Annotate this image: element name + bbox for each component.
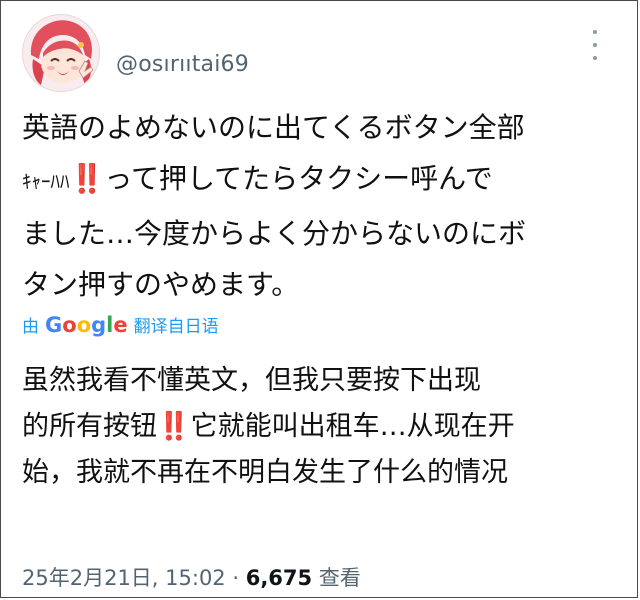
- tweet-line: ました…今度からよく分からないのにボ: [22, 217, 527, 250]
- tweet-line: タン押すのやめます。: [22, 268, 300, 301]
- more-dot: [593, 43, 597, 47]
- more-dot: [593, 56, 597, 60]
- translated-line: 的所有按钮: [22, 411, 157, 442]
- tweet-meta: 25年2月21日, 15:02 · 6,675 查看: [22, 562, 361, 592]
- view-count: 6,675: [245, 566, 313, 590]
- avatar-image: [23, 15, 99, 91]
- tweet-text: 英語のよめないのに出てくるボタン全部 ｷｬｰﾊﾊ‼️って押してたらタクシー呼んで…: [22, 102, 622, 310]
- tweet-laugh: ｷｬｰﾊﾊ: [22, 171, 70, 193]
- google-logo: Google: [45, 312, 128, 337]
- translate-prefix: 由: [22, 317, 39, 337]
- tweet-line: 英語のよめないのに出てくるボタン全部: [22, 111, 525, 144]
- more-dot: [593, 30, 597, 34]
- user-handle[interactable]: @osırııtai69: [116, 52, 249, 77]
- translate-suffix: 翻译自日语: [133, 317, 219, 337]
- translation-attribution[interactable]: 由 Google 翻译自日语: [22, 312, 219, 338]
- translated-line: 虽然我看不懂英文，但我只要按下出现: [22, 365, 481, 396]
- translated-text: 虽然我看不懂英文，但我只要按下出现 的所有按钮‼️它就能叫出租车…从现在开 始，…: [22, 358, 622, 496]
- views-label: 查看: [312, 566, 361, 590]
- double-exclamation-icon: ‼️: [157, 411, 191, 442]
- avatar[interactable]: [22, 14, 100, 92]
- tweet-line: って押してたらタクシー呼んで: [104, 162, 493, 195]
- timestamp[interactable]: 25年2月21日, 15:02 ·: [22, 566, 246, 590]
- translated-line: 它就能叫出租车…从现在开: [190, 411, 515, 442]
- double-exclamation-icon: ‼️: [69, 162, 105, 195]
- translated-line: 始，我就不再在不明白发生了什么的情况: [22, 457, 508, 488]
- more-vertical-icon[interactable]: [588, 30, 602, 60]
